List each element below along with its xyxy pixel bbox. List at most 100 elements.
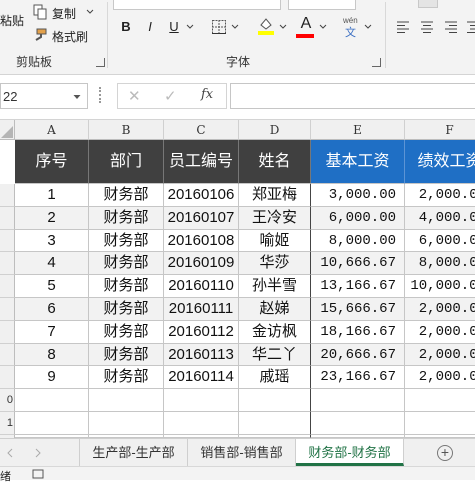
- row-header[interactable]: 0: [0, 389, 15, 412]
- table-cell[interactable]: 6: [15, 298, 89, 321]
- font-name-select[interactable]: [113, 0, 281, 10]
- table-cell[interactable]: 财务部: [89, 206, 164, 230]
- tab-sales[interactable]: 销售部-销售部: [188, 439, 296, 466]
- table-cell[interactable]: 8: [15, 343, 89, 367]
- row-header[interactable]: [0, 252, 15, 276]
- bold-button[interactable]: B: [117, 17, 135, 37]
- table-cell[interactable]: 20160106: [164, 184, 239, 207]
- table-cell[interactable]: 2,000.00: [405, 366, 475, 390]
- page-layout-icon[interactable]: [32, 469, 44, 479]
- column-header-e[interactable]: E: [311, 120, 405, 140]
- table-cell[interactable]: 9: [15, 366, 89, 390]
- chevron-down-icon[interactable]: [73, 93, 81, 101]
- insert-function-button[interactable]: fx: [201, 87, 213, 102]
- row-header[interactable]: [0, 343, 15, 367]
- table-cell[interactable]: 10,666.67: [311, 252, 405, 276]
- empty-cell[interactable]: [311, 412, 405, 435]
- enter-icon[interactable]: ✓: [164, 87, 177, 105]
- table-cell[interactable]: 2: [15, 206, 89, 230]
- copy-icon[interactable]: [32, 4, 48, 20]
- table-cell[interactable]: 10,000.00: [405, 275, 475, 298]
- empty-cell[interactable]: [89, 412, 164, 435]
- table-cell[interactable]: 金访枫: [239, 320, 311, 344]
- empty-cell[interactable]: [239, 412, 311, 435]
- name-box[interactable]: 22: [0, 83, 88, 109]
- align-left-icon[interactable]: [396, 20, 410, 34]
- table-cell[interactable]: 华莎: [239, 252, 311, 276]
- add-sheet-button[interactable]: +: [437, 445, 453, 461]
- font-size-select[interactable]: [288, 0, 356, 10]
- table-cell[interactable]: 6,000.00: [311, 206, 405, 230]
- table-cell[interactable]: 20,666.67: [311, 343, 405, 367]
- table-cell[interactable]: 20160112: [164, 320, 239, 344]
- fill-color-icon[interactable]: [257, 16, 275, 36]
- table-cell[interactable]: 8,000.00: [405, 252, 475, 276]
- phonetic-button[interactable]: 文: [345, 24, 356, 40]
- table-cell[interactable]: 赵娣: [239, 298, 311, 321]
- table-cell[interactable]: 财务部: [89, 229, 164, 253]
- table-cell[interactable]: 7: [15, 320, 89, 344]
- tab-production[interactable]: 生产部-生产部: [80, 439, 188, 466]
- table-cell[interactable]: 8,000.00: [311, 229, 405, 253]
- format-painter-button[interactable]: 格式刷: [52, 28, 88, 45]
- empty-cell[interactable]: [405, 389, 475, 412]
- row-header[interactable]: 1: [0, 412, 15, 435]
- table-cell[interactable]: 20160107: [164, 206, 239, 230]
- row-header[interactable]: [0, 298, 15, 321]
- header-cell[interactable]: 序号: [15, 140, 89, 184]
- table-cell[interactable]: 财务部: [89, 184, 164, 207]
- header-cell[interactable]: 部门: [89, 140, 164, 184]
- italic-button[interactable]: I: [141, 17, 159, 37]
- clipboard-launcher-icon[interactable]: [96, 58, 105, 67]
- table-cell[interactable]: 23,166.67: [311, 366, 405, 390]
- row-header[interactable]: [0, 320, 15, 344]
- align-right-icon[interactable]: [444, 20, 458, 34]
- table-cell[interactable]: 20160114: [164, 366, 239, 390]
- table-cell[interactable]: 喻姬: [239, 229, 311, 253]
- chevron-down-icon[interactable]: [319, 23, 327, 31]
- column-header-b[interactable]: B: [89, 120, 164, 140]
- tab-scroll-right-icon[interactable]: [34, 448, 42, 458]
- chevron-down-icon[interactable]: [364, 23, 372, 31]
- border-icon[interactable]: [211, 19, 227, 35]
- column-header-c[interactable]: C: [164, 120, 239, 140]
- table-cell[interactable]: 孙半雪: [239, 275, 311, 298]
- table-cell[interactable]: 华二丫: [239, 343, 311, 367]
- column-header-d[interactable]: D: [239, 120, 311, 140]
- table-cell[interactable]: 2,000.00: [405, 321, 475, 344]
- select-all-corner[interactable]: [0, 120, 15, 140]
- tab-scroll-left-icon[interactable]: [6, 448, 14, 458]
- table-cell[interactable]: 20160110: [164, 275, 239, 298]
- table-cell[interactable]: 财务部: [89, 275, 164, 298]
- empty-cell[interactable]: [89, 389, 164, 412]
- empty-cell[interactable]: [15, 412, 89, 435]
- row-header[interactable]: [0, 184, 15, 207]
- empty-cell[interactable]: [164, 412, 239, 435]
- table-cell[interactable]: 20160111: [164, 298, 239, 321]
- table-cell[interactable]: 财务部: [89, 320, 164, 344]
- column-header-a[interactable]: A: [15, 120, 89, 140]
- table-cell[interactable]: 18,166.67: [311, 320, 405, 344]
- empty-cell[interactable]: [311, 389, 405, 412]
- row-header[interactable]: [0, 229, 15, 253]
- table-cell[interactable]: 财务部: [89, 252, 164, 276]
- chevron-down-icon[interactable]: [231, 23, 239, 31]
- column-header-f[interactable]: F: [405, 120, 475, 140]
- header-cell[interactable]: 基本工资: [311, 140, 405, 184]
- header-cell[interactable]: 绩效工资: [405, 140, 475, 184]
- table-cell[interactable]: 2,000.00: [405, 298, 475, 321]
- empty-cell[interactable]: [239, 389, 311, 412]
- table-cell[interactable]: 20160113: [164, 343, 239, 367]
- table-cell[interactable]: 6,000.00: [405, 230, 475, 253]
- align-center-icon[interactable]: [420, 20, 434, 34]
- formula-input[interactable]: [230, 83, 475, 109]
- format-painter-icon[interactable]: [32, 27, 48, 43]
- table-cell[interactable]: 1: [15, 184, 89, 207]
- empty-cell[interactable]: [164, 389, 239, 412]
- table-cell[interactable]: 财务部: [89, 343, 164, 367]
- table-cell[interactable]: 财务部: [89, 366, 164, 390]
- table-cell[interactable]: 戚瑶: [239, 366, 311, 390]
- table-cell[interactable]: 3,000.00: [311, 184, 405, 207]
- empty-cell[interactable]: [15, 389, 89, 412]
- paste-button[interactable]: 粘贴: [0, 12, 24, 29]
